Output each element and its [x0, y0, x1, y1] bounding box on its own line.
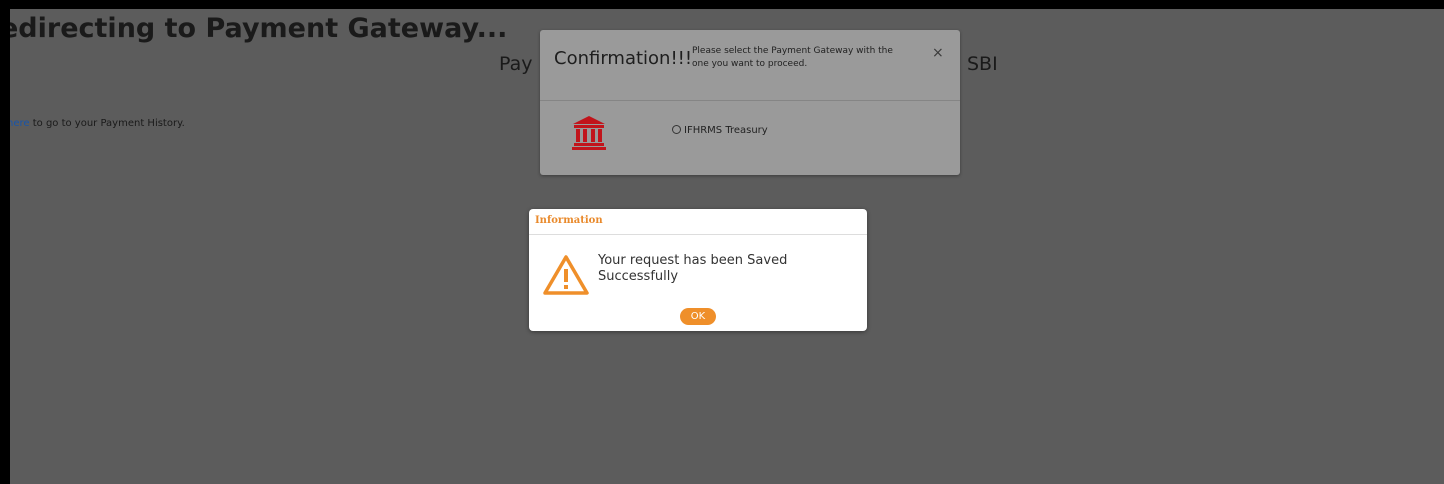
information-title: Information	[535, 215, 603, 226]
ok-button[interactable]: OK	[680, 308, 716, 325]
warning-icon	[543, 255, 589, 295]
information-modal: Information Your request has been Saved …	[529, 209, 867, 331]
payment-history-link[interactable]: here	[10, 118, 30, 129]
close-icon[interactable]: ×	[932, 45, 944, 61]
gateway-option-ifhrms[interactable]: IFHRMS Treasury	[672, 125, 768, 136]
confirmation-subtitle: Please select the Payment Gateway with t…	[692, 46, 893, 69]
confirmation-modal: Confirmation!!! Please select the Paymen…	[540, 30, 960, 175]
confirmation-header: Confirmation!!! Please select the Paymen…	[540, 30, 960, 101]
payment-subheading-left: Pay	[499, 53, 533, 75]
payment-subheading-right: SBI	[967, 53, 998, 75]
information-header: Information	[529, 209, 867, 235]
payment-history-text: to go to your Payment History.	[29, 118, 185, 129]
payment-subheading: Pay SBI	[499, 53, 998, 75]
gateway-radio[interactable]	[672, 125, 681, 134]
bank-icon	[572, 116, 606, 150]
gateway-option-label: IFHRMS Treasury	[684, 125, 768, 136]
page-overlay: edirecting to Payment Gateway... Pay SBI…	[10, 9, 1444, 484]
window-left-border	[0, 0, 10, 484]
information-message: Your request has been Saved Successfully	[598, 253, 788, 284]
confirmation-title: Confirmation!!!	[554, 48, 693, 69]
page-heading: edirecting to Payment Gateway...	[10, 13, 508, 44]
payment-history-line: here to go to your Payment History.	[10, 118, 185, 129]
